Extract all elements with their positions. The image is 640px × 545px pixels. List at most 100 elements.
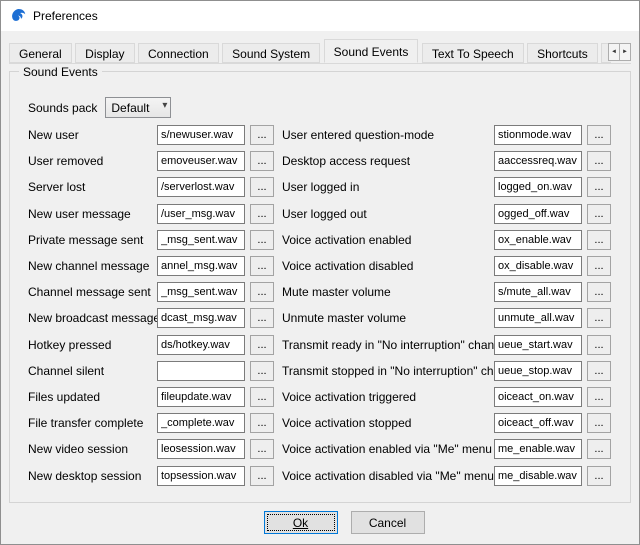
- browse-button[interactable]: ...: [587, 230, 611, 250]
- app-icon: [10, 8, 26, 24]
- sound-file-input[interactable]: [494, 466, 582, 486]
- sound-file-input[interactable]: [494, 282, 582, 302]
- tab-sound-system[interactable]: Sound System: [222, 43, 320, 63]
- sound-file-input[interactable]: [157, 230, 245, 250]
- browse-button[interactable]: ...: [250, 125, 274, 145]
- sound-file-input[interactable]: [157, 256, 245, 276]
- sound-event-row: Voice activation disabled via "Me" menu …: [282, 462, 611, 488]
- sound-event-row: User removed ...: [28, 148, 274, 174]
- browse-button[interactable]: ...: [250, 230, 274, 250]
- sound-event-label: Private message sent: [28, 233, 157, 247]
- tab-strip: General Display Connection Sound System …: [9, 42, 631, 64]
- window-title: Preferences: [33, 9, 98, 23]
- chevron-down-icon: ▾: [162, 100, 167, 111]
- sound-file-input[interactable]: [157, 151, 245, 171]
- browse-button[interactable]: ...: [250, 413, 274, 433]
- browse-button[interactable]: ...: [587, 466, 611, 486]
- cancel-button[interactable]: Cancel: [351, 511, 425, 534]
- groupbox-title: Sound Events: [19, 65, 102, 79]
- sound-file-input[interactable]: [494, 308, 582, 328]
- sound-file-input[interactable]: [494, 177, 582, 197]
- tab-general[interactable]: General: [9, 43, 72, 63]
- sound-event-row: Voice activation stopped ...: [282, 410, 611, 436]
- sound-events-left-column: New user ... User removed ... Server los…: [28, 122, 274, 489]
- sound-event-row: User entered question-mode ...: [282, 122, 611, 148]
- browse-button[interactable]: ...: [250, 466, 274, 486]
- sound-event-row: New user message ...: [28, 201, 274, 227]
- tab-text-to-speech[interactable]: Text To Speech: [422, 43, 524, 63]
- browse-button[interactable]: ...: [587, 361, 611, 381]
- browse-button[interactable]: ...: [587, 282, 611, 302]
- sound-file-input[interactable]: [494, 151, 582, 171]
- ok-button[interactable]: Ok: [264, 511, 338, 534]
- browse-button[interactable]: ...: [587, 413, 611, 433]
- browse-button[interactable]: ...: [587, 308, 611, 328]
- sound-file-input[interactable]: [157, 466, 245, 486]
- sound-event-label: New desktop session: [28, 469, 157, 483]
- sound-file-input[interactable]: [494, 256, 582, 276]
- sound-file-input[interactable]: [494, 387, 582, 407]
- sound-file-input[interactable]: [157, 413, 245, 433]
- sound-file-input[interactable]: [157, 439, 245, 459]
- sounds-pack-select[interactable]: Default ▾: [105, 97, 171, 118]
- browse-button[interactable]: ...: [587, 335, 611, 355]
- browse-button[interactable]: ...: [587, 439, 611, 459]
- sound-event-label: Unmute master volume: [282, 311, 494, 325]
- sound-file-input[interactable]: [494, 230, 582, 250]
- browse-button[interactable]: ...: [587, 151, 611, 171]
- dialog-footer: Ok Cancel: [25, 511, 640, 534]
- sound-event-label: Transmit ready in "No interruption" chan…: [282, 338, 494, 352]
- tab-scroller: ◄ ►: [609, 43, 631, 61]
- sound-event-row: Voice activation enabled ...: [282, 227, 611, 253]
- browse-button[interactable]: ...: [587, 204, 611, 224]
- browse-button[interactable]: ...: [250, 308, 274, 328]
- sound-file-input[interactable]: [494, 439, 582, 459]
- sound-event-row: New user ...: [28, 122, 274, 148]
- sound-event-row: Hotkey pressed ...: [28, 332, 274, 358]
- sound-file-input[interactable]: [157, 204, 245, 224]
- tab-display[interactable]: Display: [75, 43, 134, 63]
- browse-button[interactable]: ...: [250, 439, 274, 459]
- browse-button[interactable]: ...: [587, 125, 611, 145]
- sound-file-input[interactable]: [494, 125, 582, 145]
- sound-file-input[interactable]: [157, 361, 245, 381]
- sound-file-input[interactable]: [494, 413, 582, 433]
- browse-button[interactable]: ...: [587, 387, 611, 407]
- sound-event-label: New user message: [28, 207, 157, 221]
- tab-sound-events[interactable]: Sound Events: [324, 39, 419, 63]
- browse-button[interactable]: ...: [587, 177, 611, 197]
- tab-shortcuts[interactable]: Shortcuts: [527, 43, 598, 63]
- sound-event-row: User logged out ...: [282, 201, 611, 227]
- browse-button[interactable]: ...: [587, 256, 611, 276]
- sound-file-input[interactable]: [157, 177, 245, 197]
- browse-button[interactable]: ...: [250, 204, 274, 224]
- sound-file-input[interactable]: [157, 282, 245, 302]
- tab-connection[interactable]: Connection: [138, 43, 219, 63]
- sound-file-input[interactable]: [157, 335, 245, 355]
- sound-event-label: Voice activation disabled via "Me" menu: [282, 469, 494, 483]
- browse-button[interactable]: ...: [250, 256, 274, 276]
- sound-event-label: Transmit stopped in "No interruption" ch…: [282, 364, 494, 378]
- sound-file-input[interactable]: [494, 335, 582, 355]
- sound-file-input[interactable]: [157, 125, 245, 145]
- browse-button[interactable]: ...: [250, 387, 274, 407]
- sound-event-label: Channel silent: [28, 364, 157, 378]
- sound-event-label: User logged out: [282, 207, 494, 221]
- sound-event-row: Files updated ...: [28, 384, 274, 410]
- browse-button[interactable]: ...: [250, 361, 274, 381]
- sound-event-row: Voice activation disabled ...: [282, 253, 611, 279]
- sound-event-row: Server lost ...: [28, 174, 274, 200]
- browse-button[interactable]: ...: [250, 335, 274, 355]
- sound-file-input[interactable]: [157, 387, 245, 407]
- sound-event-label: New video session: [28, 442, 157, 456]
- browse-button[interactable]: ...: [250, 151, 274, 171]
- sound-file-input[interactable]: [157, 308, 245, 328]
- sound-event-row: File transfer complete ...: [28, 410, 274, 436]
- sound-file-input[interactable]: [494, 361, 582, 381]
- browse-button[interactable]: ...: [250, 177, 274, 197]
- sound-file-input[interactable]: [494, 204, 582, 224]
- title-bar[interactable]: Preferences: [1, 1, 639, 31]
- tab-scroll-right-button[interactable]: ►: [619, 43, 631, 61]
- sound-event-row: New channel message ...: [28, 253, 274, 279]
- browse-button[interactable]: ...: [250, 282, 274, 302]
